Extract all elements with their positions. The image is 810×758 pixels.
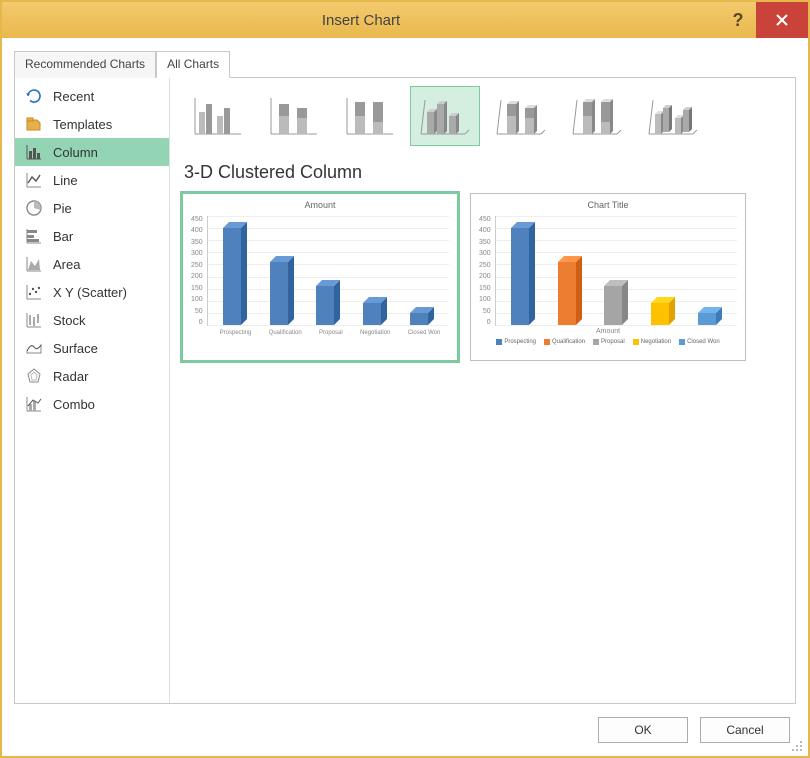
- subtype-3d-clustered-column[interactable]: [410, 86, 480, 146]
- sidebar-item-label: Line: [53, 173, 78, 188]
- close-icon: [775, 13, 789, 27]
- main-area: 3-D Clustered Column Amount4504003503002…: [170, 78, 795, 703]
- sidebar-item-templates[interactable]: Templates: [15, 110, 169, 138]
- sidebar-item-pie[interactable]: Pie: [15, 194, 169, 222]
- sidebar-item-area[interactable]: Area: [15, 250, 169, 278]
- sidebar-item-combo[interactable]: Combo: [15, 390, 169, 418]
- line-icon: [25, 171, 43, 189]
- preview-title: Chart Title: [479, 200, 737, 210]
- recent-icon: [25, 87, 43, 105]
- sidebar-item-label: Area: [53, 257, 80, 272]
- sidebar-item-label: Recent: [53, 89, 94, 104]
- pie-icon: [25, 199, 43, 217]
- bar-icon: [25, 227, 43, 245]
- dialog-title: Insert Chart: [2, 12, 720, 29]
- subtype-100-stacked-column[interactable]: [334, 86, 404, 146]
- sidebar-item-label: Templates: [53, 117, 112, 132]
- resize-grip[interactable]: [792, 740, 804, 752]
- scatter-icon: [25, 283, 43, 301]
- chart-category-list: Recent Templates Column Line Pie: [15, 78, 170, 703]
- subtype-3d-stacked-column[interactable]: [486, 86, 556, 146]
- column-subtype-row: [182, 86, 783, 146]
- sidebar-item-label: Stock: [53, 313, 86, 328]
- panel: Recent Templates Column Line Pie: [14, 77, 796, 704]
- subtype-stacked-column[interactable]: [258, 86, 328, 146]
- sidebar-item-label: Surface: [53, 341, 98, 356]
- sidebar-item-label: Bar: [53, 229, 73, 244]
- subtype-3d-100-stacked-column[interactable]: [562, 86, 632, 146]
- tab-strip: Recommended Charts All Charts: [14, 50, 796, 77]
- sidebar-item-label: Column: [53, 145, 98, 160]
- surface-icon: [25, 339, 43, 357]
- help-button[interactable]: ?: [720, 2, 756, 38]
- sidebar-item-line[interactable]: Line: [15, 166, 169, 194]
- sidebar-item-surface[interactable]: Surface: [15, 334, 169, 362]
- preview-chart-title[interactable]: Chart Title450400350300250200150100500Am…: [470, 193, 746, 361]
- area-icon: [25, 255, 43, 273]
- column-icon: [25, 143, 43, 161]
- cancel-button[interactable]: Cancel: [700, 717, 790, 743]
- sidebar-item-recent[interactable]: Recent: [15, 82, 169, 110]
- sidebar-item-label: Radar: [53, 369, 88, 384]
- tab-recommended-charts[interactable]: Recommended Charts: [14, 51, 156, 78]
- sidebar-item-column[interactable]: Column: [15, 138, 169, 166]
- preview-row: Amount450400350300250200150100500Prospec…: [182, 193, 783, 361]
- sidebar-item-stock[interactable]: Stock: [15, 306, 169, 334]
- subtype-clustered-column[interactable]: [182, 86, 252, 146]
- sidebar-item-scatter[interactable]: X Y (Scatter): [15, 278, 169, 306]
- radar-icon: [25, 367, 43, 385]
- preview-amount[interactable]: Amount450400350300250200150100500Prospec…: [182, 193, 458, 361]
- subtype-heading: 3-D Clustered Column: [184, 162, 783, 183]
- ok-button[interactable]: OK: [598, 717, 688, 743]
- sidebar-item-bar[interactable]: Bar: [15, 222, 169, 250]
- dialog-footer: OK Cancel: [2, 704, 808, 756]
- templates-icon: [25, 115, 43, 133]
- tab-all-charts[interactable]: All Charts: [156, 51, 230, 78]
- close-button[interactable]: [756, 2, 808, 38]
- titlebar: Insert Chart ?: [2, 2, 808, 38]
- stock-icon: [25, 311, 43, 329]
- preview-title: Amount: [191, 200, 449, 210]
- sidebar-item-label: Pie: [53, 201, 72, 216]
- sidebar-item-radar[interactable]: Radar: [15, 362, 169, 390]
- sidebar-item-label: X Y (Scatter): [53, 285, 127, 300]
- sidebar-item-label: Combo: [53, 397, 95, 412]
- subtype-3d-column[interactable]: [638, 86, 708, 146]
- combo-icon: [25, 395, 43, 413]
- insert-chart-dialog: Insert Chart ? Recommended Charts All Ch…: [0, 0, 810, 758]
